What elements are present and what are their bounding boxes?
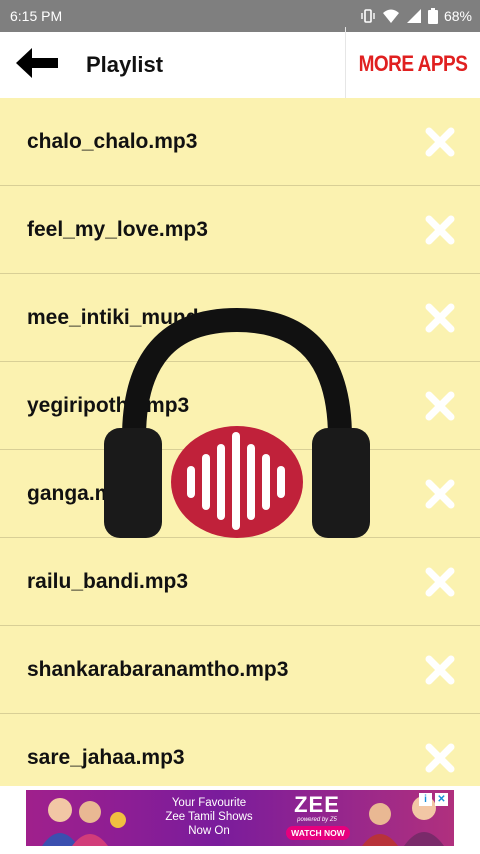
song-title: feel_my_love.mp3 <box>27 217 208 241</box>
playlist-row[interactable]: mee_intiki_mundu.mp3 <box>0 274 480 362</box>
remove-song-button[interactable] <box>422 124 458 160</box>
ad-brand-sub: powered by Z5 <box>297 817 337 823</box>
ad-line-2: Zee Tamil Shows <box>165 811 253 823</box>
remove-song-button[interactable] <box>422 388 458 424</box>
close-icon <box>425 567 455 596</box>
ad-brand-name: ZEE <box>294 792 340 817</box>
song-title: shankarabaranamtho.mp3 <box>27 657 289 681</box>
back-button[interactable] <box>0 32 72 98</box>
song-title: ganga.mp3 <box>27 481 138 505</box>
page-title: Playlist <box>86 52 164 77</box>
remove-song-button[interactable] <box>422 652 458 688</box>
playlist-row[interactable]: sare_jahaa.mp3 <box>0 714 480 786</box>
remove-song-button[interactable] <box>422 212 458 248</box>
playlist-row[interactable]: ganga.mp3 <box>0 450 480 538</box>
ad-creative[interactable]: Your Favourite Zee Tamil Shows Now On ZE… <box>26 790 454 846</box>
more-apps-button[interactable]: MORE APPS <box>345 27 480 103</box>
song-title: railu_bandi.mp3 <box>27 569 189 593</box>
song-title: mee_intiki_mundu.mp3 <box>27 305 261 329</box>
playlist-row[interactable]: chalo_chalo.mp3 <box>0 98 480 186</box>
battery-percent: 68% <box>443 8 472 24</box>
watch-now-button[interactable]: WATCH NOW <box>286 826 350 840</box>
ad-line-3: Now On <box>188 825 230 837</box>
close-icon <box>425 215 455 244</box>
wifi-icon <box>382 8 400 24</box>
app-bar: Playlist MORE APPS <box>0 27 480 103</box>
close-icon <box>425 479 455 508</box>
close-icon <box>425 303 455 332</box>
playlist-row[interactable]: railu_bandi.mp3 <box>0 538 480 626</box>
playlist-row[interactable]: shankarabaranamtho.mp3 <box>0 626 480 714</box>
ad-close-icon[interactable]: ✕ <box>435 793 448 806</box>
vibrate-icon <box>360 8 376 24</box>
playlist-row[interactable]: yegiripothe.mp3 <box>0 362 480 450</box>
close-icon <box>425 743 455 772</box>
close-icon <box>425 391 455 420</box>
remove-song-button[interactable] <box>422 564 458 600</box>
remove-song-button[interactable] <box>422 300 458 336</box>
song-title: sare_jahaa.mp3 <box>27 745 185 769</box>
battery-icon <box>427 8 438 24</box>
ad-controls: i ✕ <box>419 793 448 806</box>
close-icon <box>425 127 455 156</box>
close-icon <box>425 655 455 684</box>
ad-line-1: Your Favourite <box>171 797 247 809</box>
song-title: yegiripothe.mp3 <box>27 393 190 417</box>
remove-song-button[interactable] <box>422 476 458 512</box>
ad-banner[interactable]: Your Favourite Zee Tamil Shows Now On ZE… <box>0 786 480 854</box>
ad-info-icon[interactable]: i <box>419 793 432 806</box>
status-time: 6:15 PM <box>10 8 63 24</box>
song-title: chalo_chalo.mp3 <box>27 129 198 153</box>
signal-icon <box>406 8 422 24</box>
status-icons: 68% <box>360 8 472 24</box>
arrow-left-icon <box>12 46 60 85</box>
playlist-row[interactable]: feel_my_love.mp3 <box>0 186 480 274</box>
remove-song-button[interactable] <box>422 740 458 776</box>
playlist: chalo_chalo.mp3 feel_my_love.mp3 mee_intik… <box>0 98 480 786</box>
ad-text: Your Favourite Zee Tamil Shows Now On <box>156 796 262 838</box>
ad-brand-logo: ZEE powered by Z5 <box>284 793 350 824</box>
